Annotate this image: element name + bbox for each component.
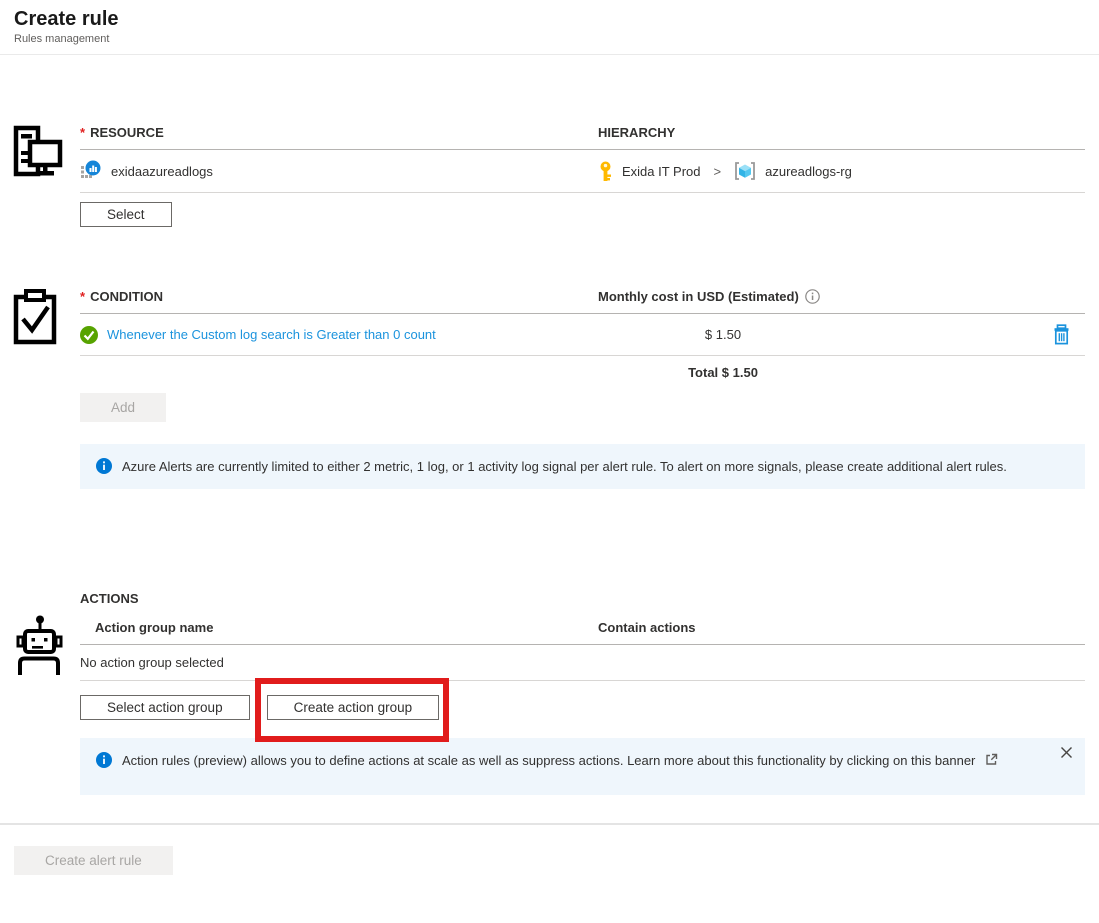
required-marker: * <box>80 125 85 140</box>
action-group-name-column-header: Action group name <box>80 620 598 635</box>
subscription-name: Exida IT Prod <box>622 164 701 179</box>
hierarchy-column-header: HIERARCHY <box>598 125 1085 140</box>
resource-icon <box>13 125 63 179</box>
info-icon <box>96 458 112 474</box>
info-tooltip-icon[interactable] <box>805 289 820 304</box>
resource-icon-column <box>0 125 80 227</box>
action-rules-preview-text: Action rules (preview) allows you to def… <box>122 751 998 770</box>
actions-section: ACTIONS Action group name Contain action… <box>0 591 1099 795</box>
hierarchy-chevron: > <box>714 164 722 179</box>
close-banner-button[interactable] <box>1060 746 1073 759</box>
alerts-limit-info-banner: Azure Alerts are currently limited to ei… <box>80 444 1085 489</box>
actions-header: ACTIONS <box>80 591 1085 606</box>
resource-row: exidaazureadlogs Exida IT Prod > <box>80 150 1085 193</box>
log-analytics-workspace-icon <box>80 160 102 182</box>
actions-icon-column <box>0 591 80 795</box>
no-action-group-text: No action group selected <box>80 655 224 670</box>
external-link-icon <box>985 753 998 766</box>
add-condition-button[interactable]: Add <box>80 393 166 422</box>
condition-rule-link[interactable]: Whenever the Custom log search is Greate… <box>107 327 436 342</box>
resource-section: *RESOURCE HIERARCHY <box>0 125 1099 227</box>
close-icon <box>1060 746 1073 759</box>
condition-cost-value: $ 1.50 <box>598 327 848 342</box>
trash-icon <box>1052 324 1071 345</box>
condition-total-row: Total $ 1.50 <box>80 356 1085 380</box>
clipboard-check-icon <box>13 289 59 345</box>
resource-column-header: *RESOURCE <box>80 125 598 140</box>
condition-row: Whenever the Custom log search is Greate… <box>80 314 1085 356</box>
breadcrumb: Rules management <box>14 33 1085 45</box>
subscription-key-icon <box>598 161 613 182</box>
condition-icon-column <box>0 289 80 489</box>
condition-section: *CONDITION Monthly cost in USD (Estimate… <box>0 289 1099 489</box>
action-group-empty-row: No action group selected <box>80 645 1085 681</box>
success-check-icon <box>80 326 98 344</box>
robot-icon <box>13 615 65 677</box>
resource-group-icon <box>734 161 756 181</box>
create-alert-rule-button[interactable]: Create alert rule <box>14 846 173 875</box>
page-header: Create rule Rules management <box>0 0 1099 55</box>
delete-condition-button[interactable] <box>1052 324 1085 345</box>
condition-column-header: *CONDITION <box>80 289 598 304</box>
resource-group-name: azureadlogs-rg <box>765 164 852 179</box>
select-resource-button[interactable]: Select <box>80 202 172 227</box>
required-marker: * <box>80 289 85 304</box>
cost-column-header: Monthly cost in USD (Estimated) <box>598 289 799 304</box>
page-title: Create rule <box>14 7 1085 32</box>
select-action-group-button[interactable]: Select action group <box>80 695 250 720</box>
alerts-limit-info-text: Azure Alerts are currently limited to ei… <box>122 457 1007 476</box>
info-icon <box>96 752 112 768</box>
resource-name: exidaazureadlogs <box>111 164 213 179</box>
create-action-group-button[interactable]: Create action group <box>267 695 440 720</box>
contain-actions-column-header: Contain actions <box>598 620 1085 635</box>
footer: Create alert rule <box>0 825 1099 896</box>
action-rules-preview-banner[interactable]: Action rules (preview) allows you to def… <box>80 738 1085 795</box>
total-cost: Total $ 1.50 <box>598 365 848 380</box>
